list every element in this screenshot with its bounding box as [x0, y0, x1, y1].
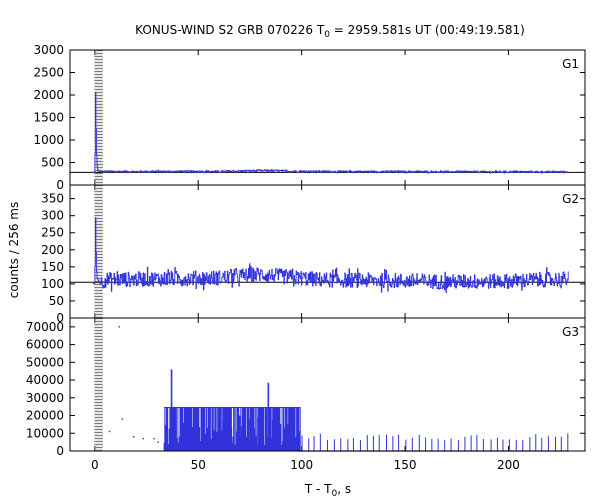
panel-g1: G1 0 500 1000 1500 2000 2500 3000	[33, 43, 586, 192]
y-tick-label: 3000	[33, 43, 64, 57]
title-suffix: = 2959.581s UT (00:49:19.581)	[330, 23, 525, 37]
y-tick-label: 60000	[26, 338, 64, 352]
scatter-point	[133, 436, 135, 438]
y-tick-label: 50	[49, 294, 64, 308]
panel-frame-g1	[69, 49, 586, 186]
panel-label-g1: G1	[562, 57, 579, 71]
scatter-point	[118, 326, 120, 328]
y-tick-label: 50000	[26, 355, 64, 369]
y-tick-label: 1500	[33, 111, 64, 125]
trigger-marker	[94, 317, 103, 452]
figure-title: KONUS-WIND S2 GRB 070226 T0 = 2959.581s …	[135, 23, 525, 40]
y-tick-label: 40000	[26, 373, 64, 387]
dense-block	[163, 407, 301, 451]
light-curve-g1	[92, 92, 569, 174]
x-tick-label: 0	[91, 458, 99, 472]
y-tick-label: 0	[56, 178, 64, 192]
y-tick-label: 10000	[26, 426, 64, 440]
panel-label-g2: G2	[562, 192, 579, 206]
scatter-point	[108, 430, 111, 433]
y-tick-label: 2500	[33, 66, 64, 80]
scatter-point	[157, 441, 159, 443]
panel-label-g3: G3	[562, 325, 579, 339]
x-tick-label: 100	[290, 458, 313, 472]
panel-frame-g2	[69, 184, 586, 319]
y-tick-label: 20000	[26, 409, 64, 423]
title-prefix: KONUS-WIND S2 GRB 070226 T	[135, 23, 325, 37]
figure: KONUS-WIND S2 GRB 070226 T 0 = 2959.581s …	[7, 23, 586, 499]
y-tick-label: 70000	[26, 320, 64, 334]
scatter-point	[142, 437, 144, 440]
xlabel-suffix: , s	[337, 482, 351, 496]
panel-g3: G3 0 10000 20000 30000 40000 50000 60000 70000 0 5…	[26, 317, 586, 472]
y-tick-label: 350	[41, 192, 64, 206]
panels: G1050010001500200025003000G2050100150200…	[26, 43, 586, 472]
scatter-point	[153, 437, 155, 440]
x-tick-label: 50	[191, 458, 206, 472]
y-axis-label: counts / 256 ms	[7, 202, 21, 298]
x-tick-label: 150	[394, 458, 417, 472]
y-tick-label: 2000	[33, 88, 64, 102]
y-tick-label: 1000	[33, 133, 64, 147]
x-tick-label: 200	[497, 458, 520, 472]
y-tick-label: 300	[41, 209, 64, 223]
y-tick-label: 500	[41, 156, 64, 170]
y-tick-label: 250	[41, 226, 64, 240]
light-curve-g2	[92, 217, 569, 293]
xlabel-prefix: T - T	[304, 482, 332, 496]
x-axis-label: T - T0, s	[304, 482, 351, 499]
y-tick-label: 200	[41, 243, 64, 257]
y-tick-label: 150	[41, 260, 64, 274]
y-tick-label: 30000	[26, 391, 64, 405]
y-tick-label: 0	[56, 444, 64, 458]
scatter-point	[121, 418, 124, 420]
panel-g2: G2050100150200250300350	[41, 184, 586, 325]
y-tick-label: 100	[41, 277, 64, 291]
panel-frame-g3	[69, 317, 586, 452]
